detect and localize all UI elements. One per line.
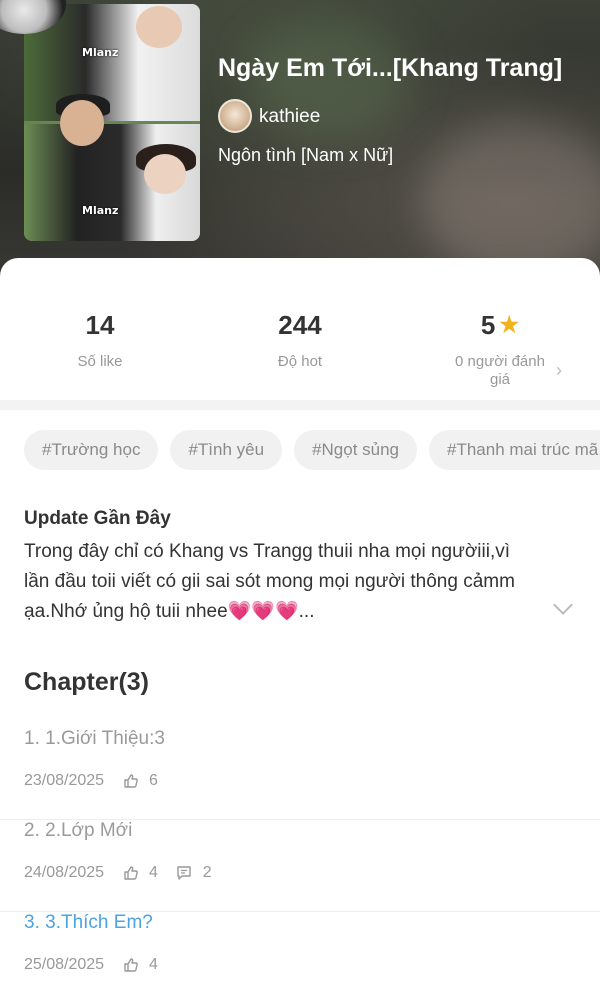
chapter-title: 1. 1.Giới Thiệu:3	[24, 728, 165, 749]
chevron-down-icon[interactable]	[553, 595, 573, 615]
story-genre: Ngôn tình [Nam x Nữ]	[218, 145, 394, 165]
hot-label: Độ hot	[277, 353, 323, 370]
chapter-date: 25/08/2025	[24, 956, 105, 973]
tag-chip[interactable]: #Ngọt sủng	[294, 430, 418, 470]
author-name[interactable]: kathiee	[259, 106, 320, 128]
hot-count: 244	[278, 310, 322, 340]
likes-stat: 14 Số like	[0, 310, 200, 371]
chapter-item[interactable]: 1. 1.Giới Thiệu:3 23/08/2025 6	[0, 728, 600, 820]
story-header: Mlanz Mlanz Ngày Em Tới...[Khang Trang] …	[0, 0, 600, 290]
chapter-likes: 4	[148, 864, 158, 881]
chapter-meta: 25/08/2025 4	[24, 956, 158, 974]
star-icon: ★	[499, 312, 520, 337]
story-title: Ngày Em Tới...[Khang Trang]	[218, 54, 563, 82]
story-detail-card: 14 Số like 244 Độ hot 5 ★ 0 người đánh gi…	[0, 258, 600, 989]
chapter-date: 23/08/2025	[24, 772, 105, 789]
likes-label: Số like	[77, 353, 123, 370]
cover-watermark: Mlanz	[82, 46, 119, 59]
update-description: Trong đây chỉ có Khang vs Trangg thuii n…	[24, 541, 515, 622]
thumb-up-icon	[123, 774, 138, 788]
rating-stat[interactable]: 5 ★ 0 người đánh giá	[400, 310, 600, 389]
background-blur	[420, 120, 600, 280]
author-avatar[interactable]	[218, 99, 252, 133]
stats-bar: 14 Số like 244 Độ hot 5 ★ 0 người đánh gi…	[0, 258, 600, 400]
chapter-likes: 4	[148, 956, 158, 973]
tag-chip[interactable]: #Thanh mai trúc mã	[429, 430, 600, 470]
tag-list: #Trường học #Tình yêu #Ngọt sủng #Thanh mai…	[24, 430, 600, 470]
chapter-meta: 24/08/2025 4 2	[24, 864, 212, 882]
chapter-date: 24/08/2025	[24, 864, 105, 881]
rating-value: 5	[480, 310, 496, 340]
tag-chip[interactable]: #Trường học	[24, 430, 159, 470]
chevron-right-icon[interactable]: ›	[556, 360, 562, 381]
chapters-heading: Chapter(3)	[24, 668, 150, 696]
chapter-item[interactable]: 3. 3.Thích Em? 25/08/2025 4	[0, 912, 600, 989]
chapter-likes: 6	[148, 772, 158, 789]
thumb-up-icon	[123, 958, 138, 972]
comment-icon	[177, 866, 192, 880]
chapter-meta: 23/08/2025 6	[24, 772, 158, 790]
section-divider	[0, 400, 600, 410]
hot-stat: 244 Độ hot	[200, 310, 400, 371]
story-cover-image[interactable]: Mlanz Mlanz	[24, 4, 200, 241]
thumb-up-icon	[123, 866, 138, 880]
update-title: Update Gần Đây	[24, 508, 171, 529]
chapter-item[interactable]: 2. 2.Lớp Mới 24/08/2025 4 2	[0, 820, 600, 912]
chapter-title: 3. 3.Thích Em?	[24, 912, 153, 933]
cover-watermark: Mlanz	[82, 204, 119, 217]
chapter-comments: 2	[202, 864, 212, 881]
chapter-title: 2. 2.Lớp Mới	[24, 820, 133, 841]
likes-count: 14	[85, 310, 115, 340]
rating-label: 0 người đánh giá	[455, 353, 545, 388]
tag-chip[interactable]: #Tình yêu	[170, 430, 283, 470]
